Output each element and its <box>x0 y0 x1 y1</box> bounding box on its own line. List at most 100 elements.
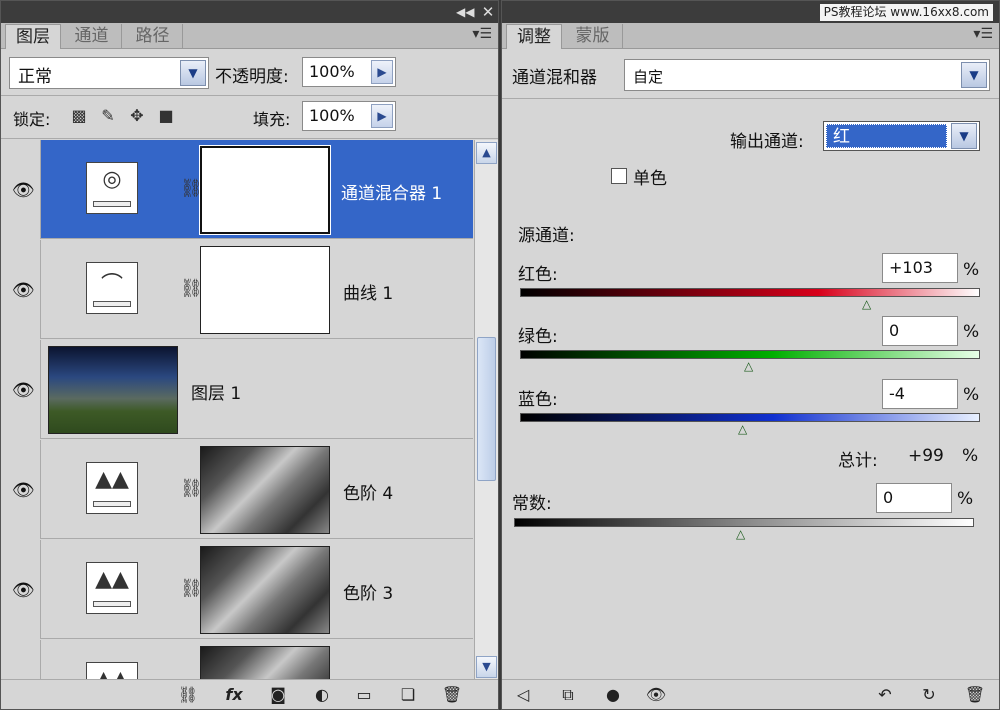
output-channel-select[interactable]: 红 ▼ <box>823 121 980 151</box>
lock-transparent-icon[interactable]: ▩ <box>69 106 89 126</box>
clip-icon[interactable]: ⧉ <box>557 684 579 706</box>
tab-adjustments[interactable]: 调整 <box>506 24 562 49</box>
scroll-down-icon[interactable]: ▼ <box>476 656 497 678</box>
layers-panel: ◀◀ ✕ 图层 通道 路径 ▾☰ 正常 ▼ 不透明度: 100% ▶ 锁定: ▩… <box>0 0 499 710</box>
new-layer-icon[interactable]: ❏ <box>397 684 419 706</box>
layer-row-levels-partial[interactable]: ▲▲ <box>1 640 473 680</box>
new-adjustment-icon[interactable]: ◐ <box>311 684 333 706</box>
collapse-icon[interactable]: ◀◀ <box>456 3 474 21</box>
visibility-toggle[interactable]: 👁 <box>1 440 41 539</box>
constant-percent: % <box>957 489 974 509</box>
layer-row-channel-mixer[interactable]: 👁 ◎ ⛓ 通道混合器 1 <box>1 140 473 239</box>
house-photo-thumbnail <box>48 346 178 434</box>
layer-name[interactable]: 曲线 1 <box>343 279 393 304</box>
opacity-slider-button[interactable]: ▶ <box>371 60 393 84</box>
scrollbar-thumb[interactable] <box>477 337 496 481</box>
divider <box>1 138 498 139</box>
layer-name[interactable]: 色阶 4 <box>343 479 393 504</box>
eye-icon: 👁 <box>12 180 35 201</box>
layer-row-levels-3[interactable]: 👁 ▲▲ ⛓ 色阶 3 <box>1 540 473 639</box>
tab-paths[interactable]: 路径 <box>123 24 183 49</box>
toggle-view-icon[interactable]: ● <box>602 684 624 706</box>
layer-name[interactable]: 色阶 3 <box>343 579 393 604</box>
red-label: 红色: <box>518 265 558 285</box>
layer-mask-thumbnail[interactable] <box>200 546 330 634</box>
visibility-toggle[interactable]: 👁 <box>1 540 41 639</box>
trash-icon[interactable]: 🗑 <box>964 684 986 706</box>
previous-state-icon[interactable]: ↶ <box>874 684 896 706</box>
layers-list: 👁 ◎ ⛓ 通道混合器 1 👁 ⌒ ⛓ 曲线 1 👁 图层 1 👁 ▲▲ ⛓ 色… <box>1 140 473 680</box>
monochrome-checkbox[interactable] <box>611 168 627 184</box>
tab-channels[interactable]: 通道 <box>62 24 122 49</box>
red-percent: % <box>963 260 980 280</box>
channel-mixer-thumbnail-icon: ◎ <box>86 162 138 214</box>
layer-mask-thumbnail[interactable] <box>200 646 330 680</box>
total-value: +99 <box>908 446 944 466</box>
new-group-icon[interactable]: ▭ <box>353 684 375 706</box>
layer-name[interactable]: 图层 1 <box>191 379 241 404</box>
chevron-down-icon[interactable]: ▼ <box>180 60 206 86</box>
lock-all-icon[interactable]: ■ <box>156 106 176 126</box>
red-slider[interactable] <box>520 288 980 297</box>
layer-row-photo[interactable]: 👁 图层 1 <box>1 340 473 439</box>
close-icon[interactable]: ✕ <box>479 3 497 21</box>
total-label: 总计: <box>838 451 878 471</box>
layer-row-curves[interactable]: 👁 ⌒ ⛓ 曲线 1 <box>1 240 473 339</box>
tab-masks[interactable]: 蒙版 <box>563 24 623 49</box>
reset-icon[interactable]: ↻ <box>918 684 940 706</box>
blend-mode-select[interactable]: 正常 ▼ <box>9 57 209 89</box>
layer-mask-thumbnail[interactable] <box>199 145 331 235</box>
opacity-field[interactable]: 100% ▶ <box>302 57 396 87</box>
add-mask-icon[interactable]: ◙ <box>267 684 289 706</box>
fill-value: 100% <box>309 106 355 125</box>
visibility-toggle[interactable]: 👁 <box>1 240 41 339</box>
divider <box>502 98 999 99</box>
fx-icon[interactable]: fx <box>223 684 245 706</box>
layer-name[interactable]: 通道混合器 1 <box>341 179 442 204</box>
panel-menu-icon[interactable]: ▾☰ <box>973 26 993 42</box>
blue-value-field[interactable]: -4 <box>882 379 958 409</box>
blue-slider-thumb[interactable]: △ <box>738 422 747 436</box>
visibility-toggle[interactable] <box>1 640 41 680</box>
preset-select[interactable]: 自定 ▼ <box>624 59 990 91</box>
green-value-field[interactable]: 0 <box>882 316 958 346</box>
blue-slider[interactable] <box>520 413 980 422</box>
visibility-toggle[interactable]: 👁 <box>1 340 41 439</box>
divider <box>1 95 498 96</box>
layer-mask-thumbnail[interactable] <box>200 446 330 534</box>
back-icon[interactable]: ◁ <box>512 684 534 706</box>
tab-layers[interactable]: 图层 <box>5 24 61 49</box>
chevron-down-icon[interactable]: ▼ <box>951 123 977 149</box>
preset-value: 自定 <box>633 68 664 86</box>
constant-value-field[interactable]: 0 <box>876 483 952 513</box>
panel-title-bar: ◀◀ ✕ <box>1 1 498 23</box>
layer-row-levels-4[interactable]: 👁 ▲▲ ⛓ 色阶 4 <box>1 440 473 539</box>
green-label: 绿色: <box>518 327 558 347</box>
chevron-down-icon[interactable]: ▼ <box>961 62 987 88</box>
visibility-toggle[interactable]: 👁 <box>1 140 41 239</box>
layers-scrollbar[interactable]: ▲ ▼ <box>474 140 498 680</box>
lock-position-icon[interactable]: ✥ <box>127 106 147 126</box>
eye-icon[interactable]: 👁 <box>645 684 667 706</box>
green-slider-thumb[interactable]: △ <box>744 359 753 373</box>
eye-icon: 👁 <box>12 580 35 601</box>
constant-slider[interactable] <box>514 518 974 527</box>
trash-icon[interactable]: 🗑 <box>441 684 463 706</box>
panel-tabs: 调整 蒙版 ▾☰ <box>502 23 999 49</box>
panel-title-bar: PS教程论坛 www.16xx8.com <box>502 1 999 23</box>
source-channels-label: 源通道: <box>518 226 575 246</box>
layer-mask-thumbnail[interactable] <box>200 246 330 334</box>
scroll-up-icon[interactable]: ▲ <box>476 142 497 164</box>
fill-slider-button[interactable]: ▶ <box>371 104 393 128</box>
red-slider-thumb[interactable]: △ <box>862 297 871 311</box>
lock-pixels-icon[interactable]: ✎ <box>98 106 118 126</box>
layers-bottom-toolbar: ⛓ fx ◙ ◐ ▭ ❏ 🗑 <box>1 679 498 709</box>
constant-slider-thumb[interactable]: △ <box>736 527 745 541</box>
adjustment-title: 通道混和器 <box>512 68 597 88</box>
red-value-field[interactable]: +103 <box>882 253 958 283</box>
panel-menu-icon[interactable]: ▾☰ <box>472 26 492 42</box>
link-icon[interactable]: ⛓ <box>177 684 199 706</box>
eye-icon: 👁 <box>12 380 35 401</box>
fill-field[interactable]: 100% ▶ <box>302 101 396 131</box>
green-slider[interactable] <box>520 350 980 359</box>
